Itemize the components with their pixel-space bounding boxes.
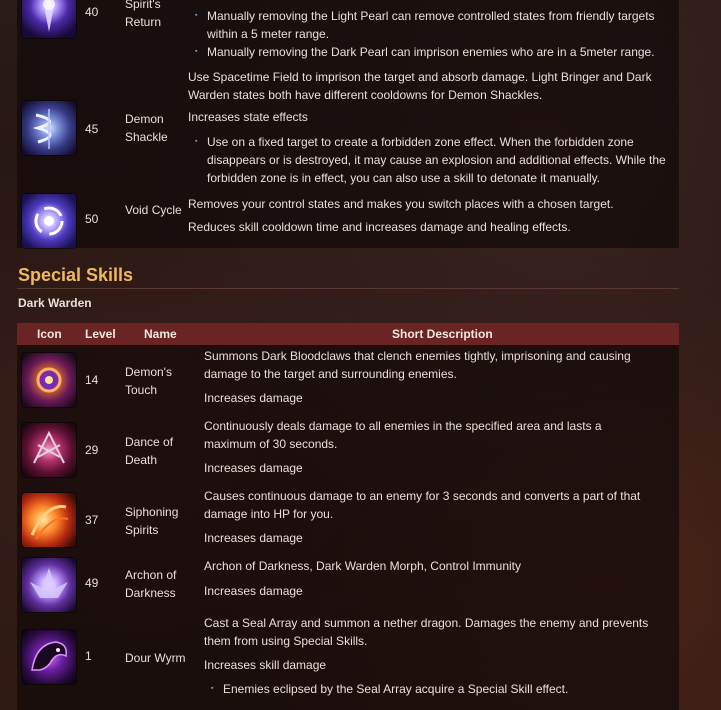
skill-effect: Increases damage: [204, 584, 303, 598]
effect-bullet: Manually removing the Dark Pearl can imp…: [195, 43, 677, 61]
table-header: Icon Level Name Short Description: [17, 323, 679, 345]
skill-level: 1: [85, 649, 92, 663]
skill-level: 49: [85, 576, 99, 590]
effect-bullet: Manually removing the Light Pearl can re…: [195, 7, 677, 43]
table-row: 50 Void Cycle Removes your control state…: [17, 190, 679, 248]
spirit-return-icon: [22, 0, 76, 38]
skill-description: Cast a Seal Array and summon a nether dr…: [204, 616, 649, 648]
special-skills-table: 14 Demon's Touch Summons Dark Bloodclaws…: [17, 345, 679, 710]
class-subtitle: Dark Warden: [18, 296, 92, 310]
table-row: 40 Spirit's Return Manually removing the…: [17, 0, 679, 61]
skill-effect: Increases damage: [204, 531, 303, 545]
skill-name: Demon's Touch: [125, 365, 172, 397]
skill-effect: Reduces skill cooldown time and increase…: [188, 220, 571, 234]
upgrade-skills-table: 40 Spirit's Return Manually removing the…: [17, 0, 679, 248]
skill-level: 14: [85, 373, 99, 387]
section-divider: [17, 288, 679, 289]
skill-effect: Increases damage: [204, 461, 303, 475]
skill-effect: Increases damage: [204, 391, 303, 405]
section-title: Special Skills: [18, 265, 134, 285]
skill-level: 37: [85, 513, 99, 527]
header-level: Level: [85, 327, 116, 341]
skill-description: Continuously deals damage to all enemies…: [204, 419, 602, 451]
skill-description: Use Spacetime Field to imprison the targ…: [188, 70, 652, 102]
dance-of-death-icon: [22, 423, 76, 477]
skill-name: Archon of Darkness: [125, 568, 177, 600]
siphoning-spirits-icon: [22, 493, 76, 547]
skill-description: Causes continuous damage to an enemy for…: [204, 489, 641, 521]
header-icon: Icon: [37, 327, 62, 341]
skill-description: Summons Dark Bloodclaws that clench enem…: [204, 349, 631, 381]
header-description: Short Description: [392, 327, 493, 341]
table-row: 45 Demon Shackle Use Spacetime Field to …: [17, 66, 679, 186]
skill-description: Removes your control states and makes yo…: [188, 197, 614, 211]
skill-name: Void Cycle: [125, 203, 182, 217]
demon-shackle-icon: [22, 101, 76, 155]
effect-bullet: Use on a fixed target to create a forbid…: [195, 133, 667, 187]
table-row: 37 Siphoning Spirits Causes continuous d…: [17, 485, 679, 555]
table-row: 49 Archon of Darkness Archon of Darkness…: [17, 555, 679, 620]
dour-wyrm-icon: [22, 630, 76, 684]
archon-of-darkness-icon: [22, 558, 76, 612]
demons-touch-icon: [22, 353, 76, 407]
header-name: Name: [144, 327, 177, 341]
skill-description: Archon of Darkness, Dark Warden Morph, C…: [204, 559, 521, 573]
table-row: 29 Dance of Death Continuously deals dam…: [17, 415, 679, 485]
skill-name: Spirit's Return: [125, 0, 162, 29]
skill-level: 40: [85, 5, 99, 19]
table-row: 14 Demon's Touch Summons Dark Bloodclaws…: [17, 345, 679, 415]
skill-level: 45: [85, 122, 99, 136]
skill-name: Dour Wyrm: [125, 651, 186, 665]
skill-effect: Increases skill damage: [204, 658, 327, 672]
skill-name: Demon Shackle: [125, 112, 168, 144]
skill-level: 50: [85, 212, 99, 226]
skill-name: Dance of Death: [125, 435, 174, 467]
skill-effect: Increases state effects: [188, 110, 308, 124]
skill-name: Siphoning Spirits: [125, 505, 179, 537]
void-cycle-icon: [22, 194, 76, 248]
skill-level: 29: [85, 443, 99, 457]
effect-bullet: Enemies eclipsed by the Seal Array acqui…: [211, 680, 673, 698]
table-row: 1 Dour Wyrm Cast a Seal Array and summon…: [17, 615, 679, 710]
